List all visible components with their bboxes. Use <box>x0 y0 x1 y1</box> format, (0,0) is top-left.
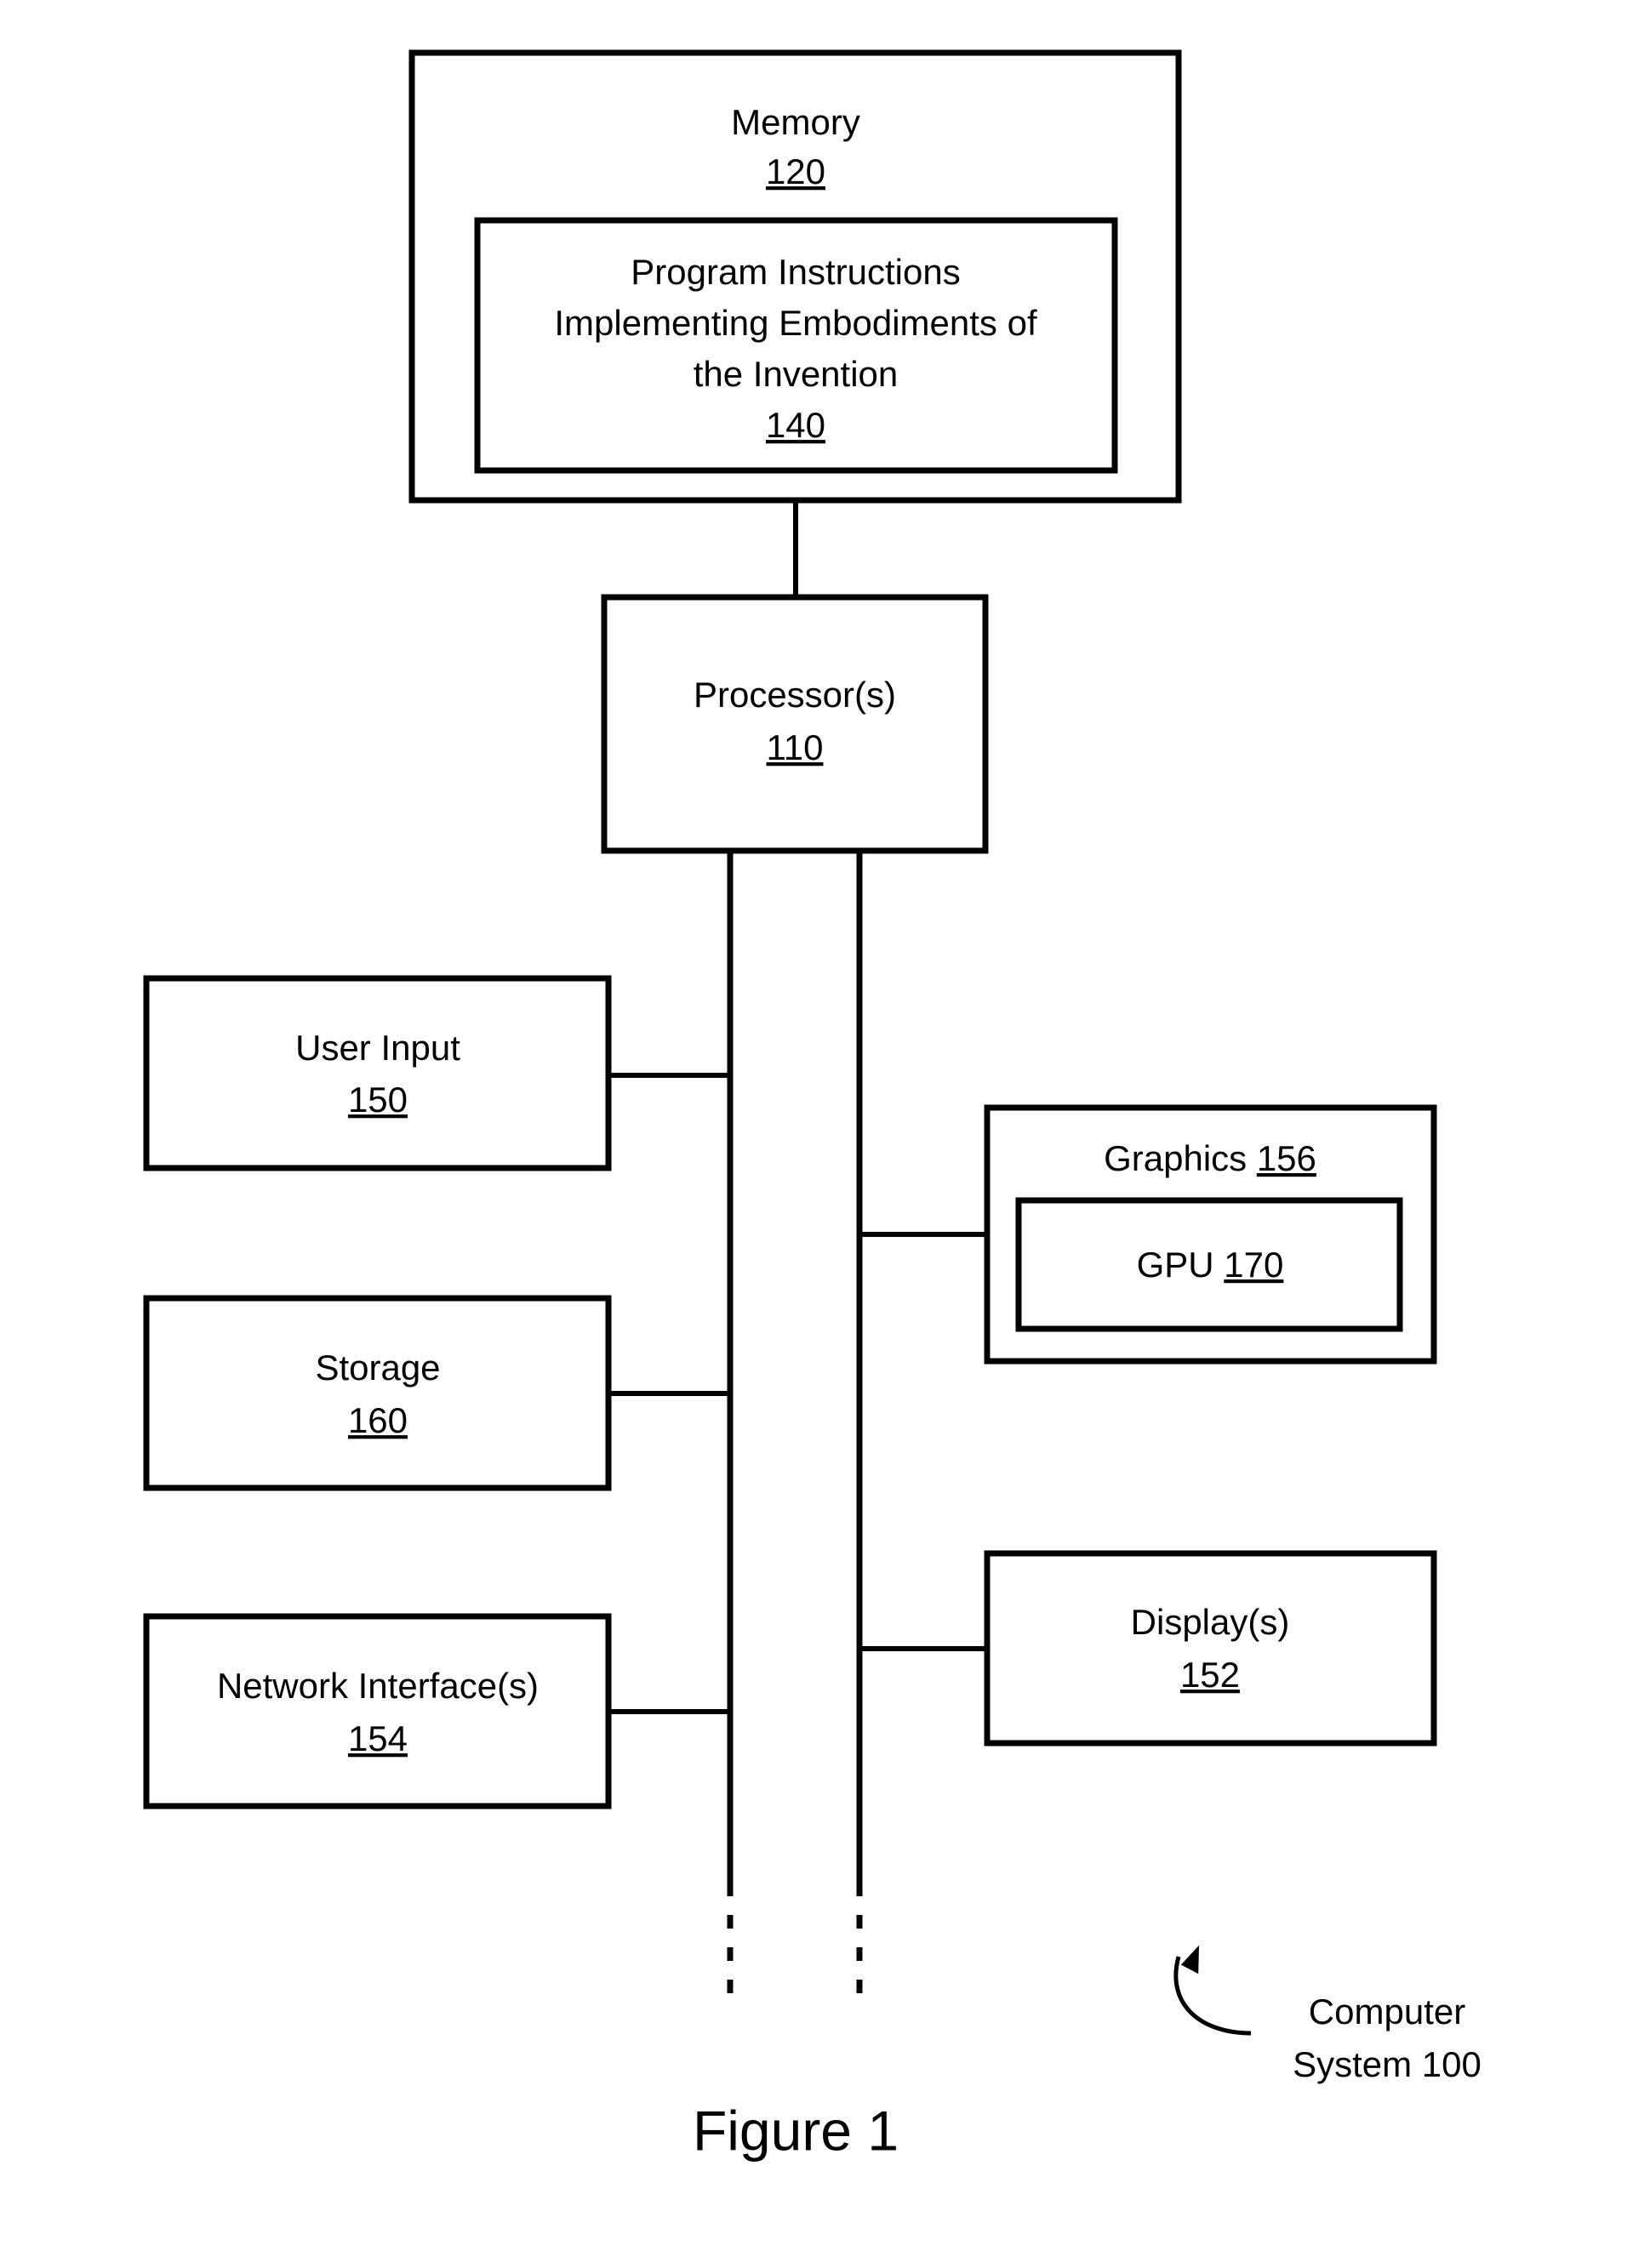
network-interface-box-outline <box>143 1613 612 1809</box>
graphics-label: Graphics <box>1104 1138 1247 1178</box>
diagram-canvas: Memory 120 Program Instructions Implemen… <box>143 49 1482 2162</box>
display-ref-number: 152 <box>1180 1655 1240 1695</box>
program-instructions-line-3: the Invention <box>694 354 899 394</box>
storage-block[interactable]: Storage 160 <box>143 1295 612 1491</box>
display-label: Display(s) <box>1131 1602 1290 1642</box>
display-block[interactable]: Display(s) 152 <box>984 1550 1437 1747</box>
program-instructions-line-2: Implementing Embodiments of <box>554 303 1037 343</box>
display-box-outline <box>984 1550 1437 1747</box>
memory-block[interactable]: Memory 120 Program Instructions Implemen… <box>408 49 1182 504</box>
network-interface-ref-number: 154 <box>348 1718 408 1758</box>
graphics-title-line: Graphics 156 <box>1104 1138 1316 1178</box>
callout-curve-line <box>1173 1956 1252 2036</box>
gpu-title-line: GPU 170 <box>1137 1245 1284 1285</box>
memory-label: Memory <box>731 102 860 142</box>
memory-ref-number: 120 <box>766 151 825 191</box>
gpu-label: GPU <box>1137 1245 1214 1285</box>
graphics-block[interactable]: Graphics 156 GPU 170 <box>984 1104 1437 1365</box>
gpu-ref-number: 170 <box>1224 1245 1283 1285</box>
processor-ref-number: 110 <box>767 727 824 767</box>
user-input-label: User Input <box>295 1028 460 1068</box>
program-instructions-block[interactable]: Program Instructions Implementing Embodi… <box>474 217 1118 474</box>
program-instructions-ref-number: 140 <box>766 405 825 445</box>
storage-label: Storage <box>315 1348 440 1388</box>
processor-block[interactable]: Processor(s) 110 <box>601 594 989 854</box>
figure-1-block-diagram: Memory 120 Program Instructions Implemen… <box>0 0 1650 2268</box>
user-input-box-outline <box>143 975 612 1171</box>
program-instructions-line-1: Program Instructions <box>631 252 960 292</box>
gpu-block[interactable]: GPU 170 <box>1015 1197 1403 1332</box>
processor-label: Processor(s) <box>694 675 896 715</box>
network-interface-block[interactable]: Network Interface(s) 154 <box>143 1613 612 1809</box>
processor-box-outline <box>601 594 989 854</box>
network-interface-label: Network Interface(s) <box>217 1666 539 1706</box>
figure-caption: Figure 1 <box>693 2099 899 2162</box>
user-input-ref-number: 150 <box>348 1080 408 1120</box>
computer-system-callout: Computer System 100 <box>1173 1945 1482 2084</box>
callout-arrow-head-icon <box>1180 1945 1200 1975</box>
computer-system-callout-line-2: System 100 <box>1293 2044 1482 2084</box>
graphics-ref-number: 156 <box>1257 1138 1316 1178</box>
user-input-block[interactable]: User Input 150 <box>143 975 612 1171</box>
storage-ref-number: 160 <box>348 1400 408 1440</box>
computer-system-callout-line-1: Computer <box>1309 1992 1465 2032</box>
storage-box-outline <box>143 1295 612 1491</box>
